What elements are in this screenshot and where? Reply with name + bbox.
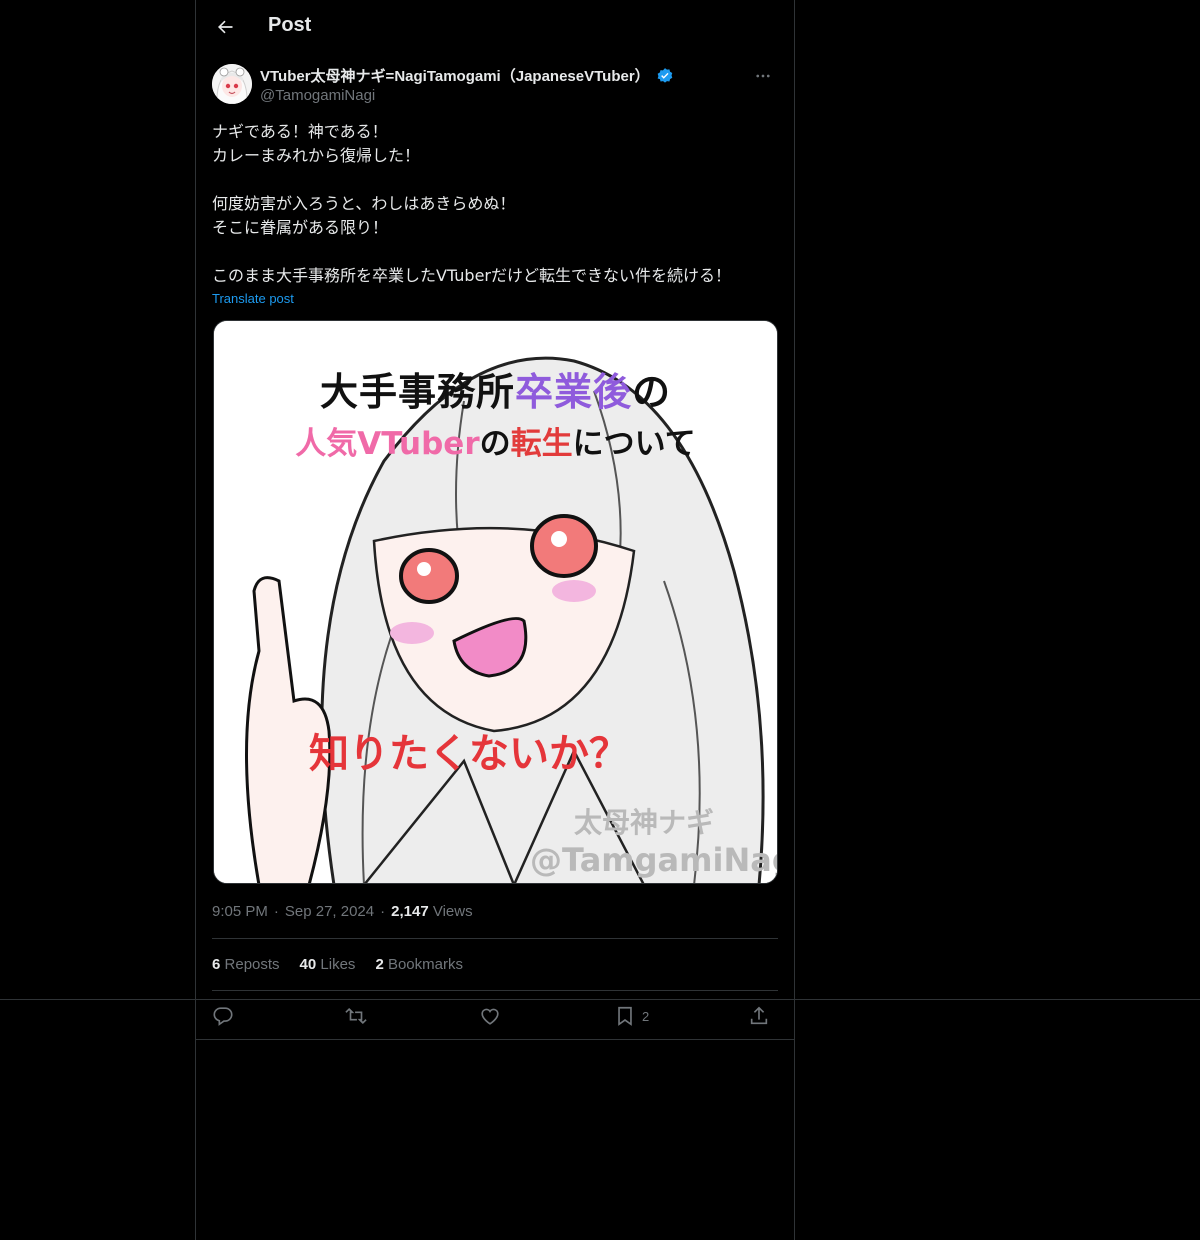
action-bar: 2 <box>212 1002 778 1030</box>
post-line: 何度妨害が入ろうと、わしはあきらめぬ！ <box>212 194 516 213</box>
divider <box>196 1039 794 1040</box>
back-button[interactable] <box>210 12 240 42</box>
main-column: Post VTuber太母神ナギ=NagiTamogami（JapaneseVT… <box>195 0 795 1240</box>
repost-button[interactable] <box>345 1002 367 1030</box>
more-options-button[interactable] <box>748 64 778 88</box>
post-line-break <box>212 168 778 192</box>
verified-badge-icon[interactable] <box>656 67 674 85</box>
image-watermark-name: 太母神ナギ <box>574 806 715 839</box>
arrow-left-icon <box>218 20 233 34</box>
image-caption-line-1: 大手事務所卒業後の <box>319 370 672 414</box>
post-author: VTuber太母神ナギ=NagiTamogami（JapaneseVTuber）… <box>212 64 778 108</box>
bookmark-button[interactable]: 2 <box>614 1002 649 1030</box>
bookmark-icon <box>618 1006 632 1026</box>
image-caption-line-2: 人気VTuberの転生について <box>295 426 696 462</box>
page-header: Post <box>196 0 794 54</box>
share-icon <box>750 1006 768 1025</box>
post-line-break <box>212 240 778 264</box>
post-stats: 6 Reposts 40 Likes 2 Bookmarks <box>212 956 463 973</box>
like-button[interactable] <box>479 1002 501 1030</box>
divider <box>212 938 778 939</box>
avatar[interactable] <box>212 64 252 104</box>
reply-button[interactable] <box>212 1002 234 1030</box>
post-time[interactable]: 9:05 PM <box>212 903 268 920</box>
image-caption-line-3: 知りたくないか？ <box>309 731 629 777</box>
post-image[interactable]: 大手事務所卒業後の 人気VTuberの転生について 知りたくないか？ 太母神ナギ… <box>213 320 778 884</box>
display-name[interactable]: VTuber太母神ナギ=NagiTamogami（JapaneseVTuber） <box>260 65 650 86</box>
post-metadata: 9:05 PM · Sep 27, 2024 · 2,147 Views <box>212 903 473 920</box>
separator-dot: · <box>380 903 386 920</box>
views: 2,147 Views <box>391 903 473 920</box>
post-line: そこに眷属がある限り！ <box>212 218 389 237</box>
divider <box>212 990 778 991</box>
translate-post-link[interactable]: Translate post <box>212 291 294 306</box>
repost-icon <box>345 1007 367 1025</box>
like-icon <box>481 1008 499 1025</box>
separator-dot: · <box>273 903 279 920</box>
more-icon <box>756 74 770 78</box>
reposts-stat[interactable]: 6 Reposts <box>212 956 280 973</box>
post-line: カレーまみれから復帰した！ <box>212 146 421 165</box>
page-title: Post <box>268 14 312 36</box>
author-handle[interactable]: @TamogamiNagi <box>260 87 375 104</box>
display-name-row: VTuber太母神ナギ=NagiTamogami（JapaneseVTuber） <box>260 65 674 86</box>
post-date[interactable]: Sep 27, 2024 <box>285 903 374 920</box>
post-line: このまま大手事務所を卒業したVTuberだけど転生できない件を続ける！ <box>212 266 732 285</box>
post-line: ナギである！神である！ <box>212 122 388 141</box>
bookmark-count: 2 <box>642 1008 650 1024</box>
post-text: ナギである！神である！ カレーまみれから復帰した！ 何度妨害が入ろうと、わしはあ… <box>212 120 778 288</box>
likes-stat[interactable]: 40 Likes <box>300 956 356 973</box>
image-watermark-handle: @TamgamiNagi <box>530 841 777 879</box>
reply-icon <box>213 1007 233 1026</box>
share-button[interactable] <box>748 1002 770 1030</box>
bookmarks-stat[interactable]: 2 Bookmarks <box>375 956 463 973</box>
